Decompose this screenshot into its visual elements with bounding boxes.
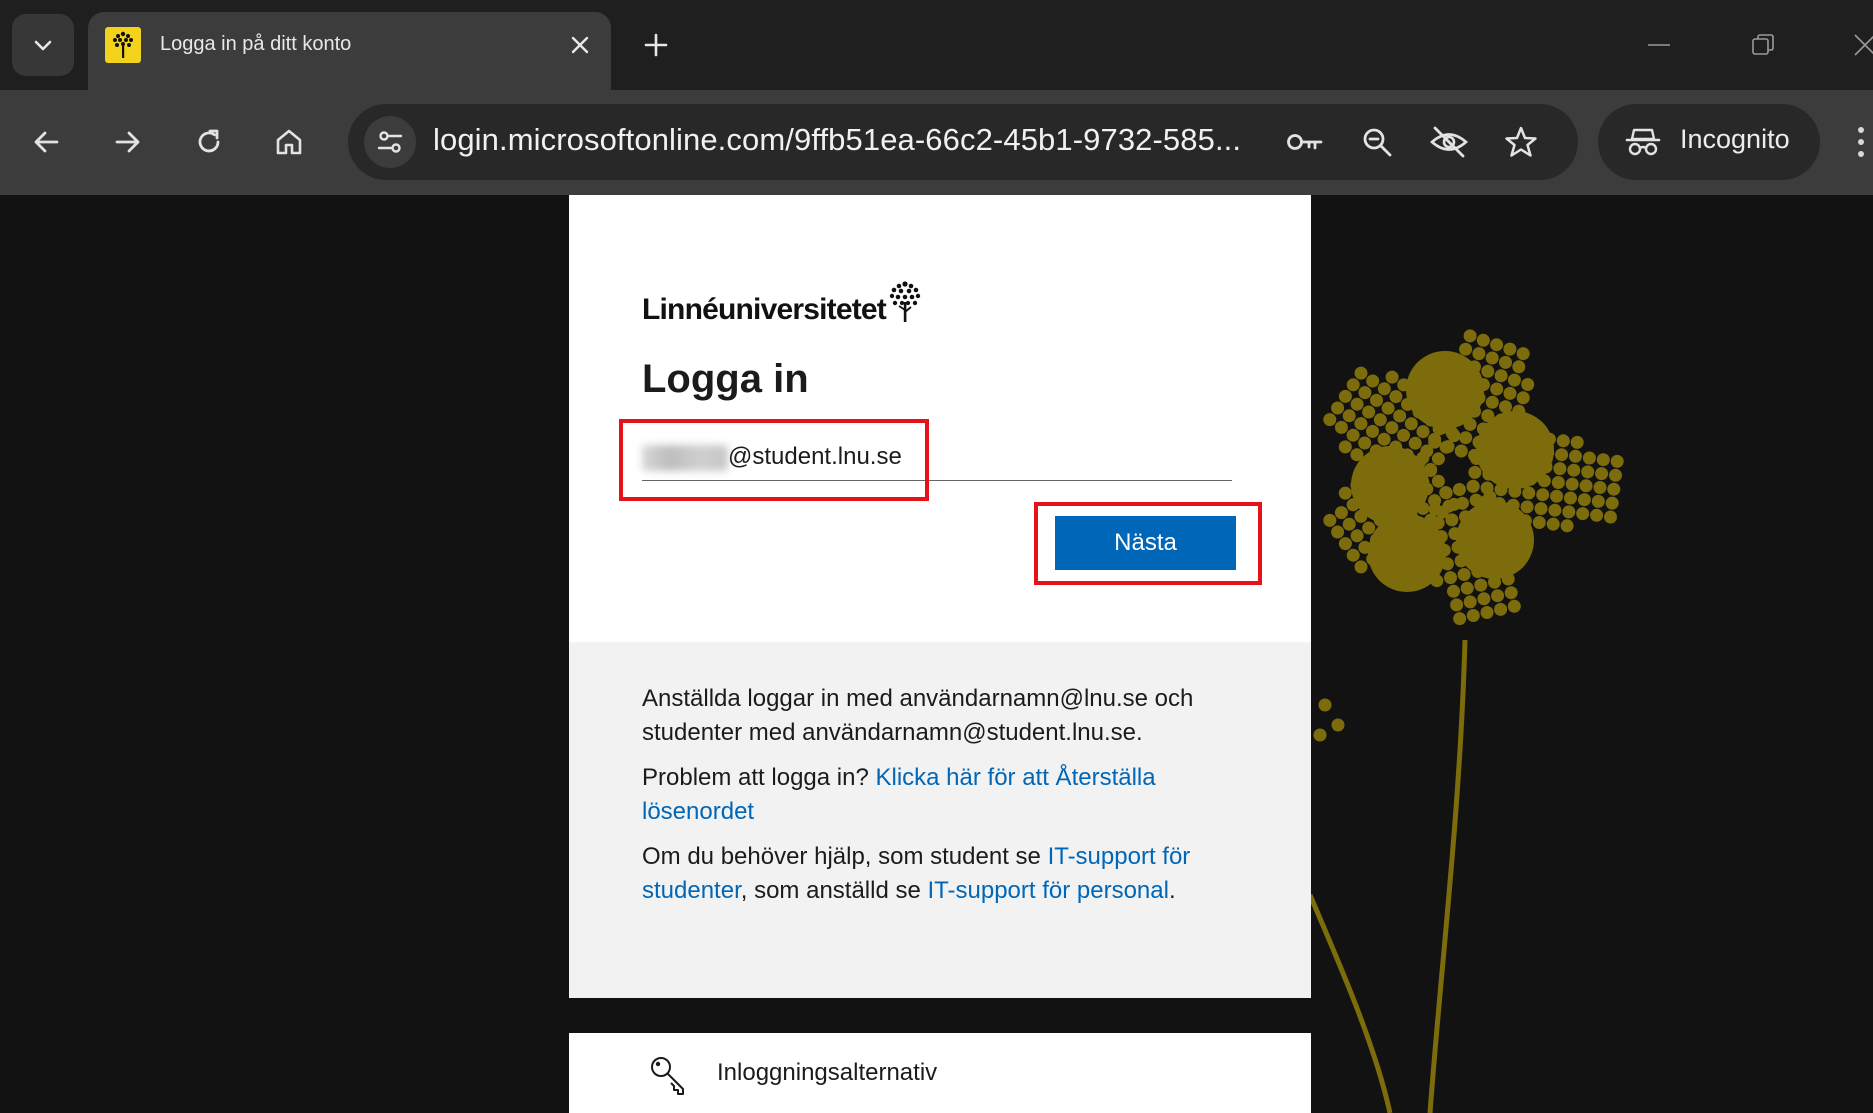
arrow-left-icon [34, 131, 59, 153]
close-icon [1854, 34, 1873, 56]
sign-in-options-label: Inloggningsalternativ [717, 1059, 938, 1086]
staff-support-link[interactable]: IT-support för personal [928, 877, 1169, 904]
accounts-info-text: Anställda loggar in med användarnamn@lnu… [642, 685, 1194, 746]
forward-button[interactable] [102, 117, 152, 167]
help-text: Om du behöver hjälp, som student se IT-s… [642, 843, 1191, 904]
logo-text: Linnéuniversitetet [642, 293, 887, 326]
close-window-button[interactable] [1840, 20, 1873, 70]
close-tab-button[interactable] [565, 30, 595, 60]
back-button[interactable] [22, 117, 72, 167]
tab-title: Logga in på ditt konto [160, 33, 352, 55]
reload-button[interactable] [184, 117, 234, 167]
chevron-down-icon [34, 40, 52, 51]
key-icon [1287, 134, 1323, 150]
new-tab-button[interactable] [635, 24, 677, 66]
problem-text: Problem att logga in? Klicka här för att… [642, 764, 1156, 825]
arrow-right-icon [115, 131, 140, 153]
tab-strip: Logga in på ditt konto [0, 0, 1873, 90]
home-icon [276, 129, 302, 155]
password-key-button[interactable] [1284, 121, 1326, 163]
zoom-button[interactable] [1356, 121, 1398, 163]
sign-in-options-button[interactable]: Inloggningsalternativ [569, 1033, 1311, 1113]
tune-icon [377, 131, 403, 153]
flower-illustration [1307, 329, 1624, 1113]
site-info-button[interactable] [364, 116, 416, 168]
eye-off-icon [1430, 126, 1468, 158]
zoom-out-icon [1363, 128, 1392, 157]
close-icon [571, 36, 589, 54]
incognito-label: Incognito [1680, 124, 1790, 154]
bookmark-button[interactable] [1500, 121, 1542, 163]
browser-toolbar: login.microsoftonline.com/9ffb51ea-66c2-… [0, 90, 1873, 195]
minimize-button[interactable] [1634, 20, 1684, 70]
reload-icon [198, 129, 220, 153]
info-panel: Anställda loggar in med användarnamn@lnu… [569, 642, 1311, 998]
minimize-icon [1648, 44, 1670, 46]
key-icon [651, 1057, 684, 1095]
page-title: Logga in [642, 357, 809, 401]
sign-in-card: Linnéuniversitetet Logga in @student.lnu… [569, 195, 1311, 642]
linnaeus-tree-icon [889, 281, 921, 322]
linnaeus-tree-icon [105, 27, 141, 63]
highlight-box-next-button [1034, 502, 1262, 585]
incognito-icon [1622, 121, 1664, 163]
url-text[interactable]: login.microsoftonline.com/9ffb51ea-66c2-… [433, 122, 1241, 158]
highlight-box-email [619, 419, 929, 501]
restore-button[interactable] [1738, 20, 1788, 70]
page-background: Linnéuniversitetet Logga in @student.lnu… [0, 195, 1873, 1113]
plus-icon [644, 33, 668, 57]
tracking-protection-button[interactable] [1428, 121, 1470, 163]
active-tab[interactable]: Logga in på ditt konto [88, 12, 611, 90]
address-bar[interactable]: login.microsoftonline.com/9ffb51ea-66c2-… [348, 104, 1578, 180]
star-icon [1505, 126, 1537, 157]
restore-icon [1752, 34, 1774, 55]
university-logo: Linnéuniversitetet [642, 280, 922, 327]
tab-search-button[interactable] [12, 14, 74, 76]
incognito-indicator[interactable]: Incognito [1598, 104, 1820, 180]
browser-menu-button[interactable] [1851, 117, 1871, 167]
home-button[interactable] [264, 117, 314, 167]
